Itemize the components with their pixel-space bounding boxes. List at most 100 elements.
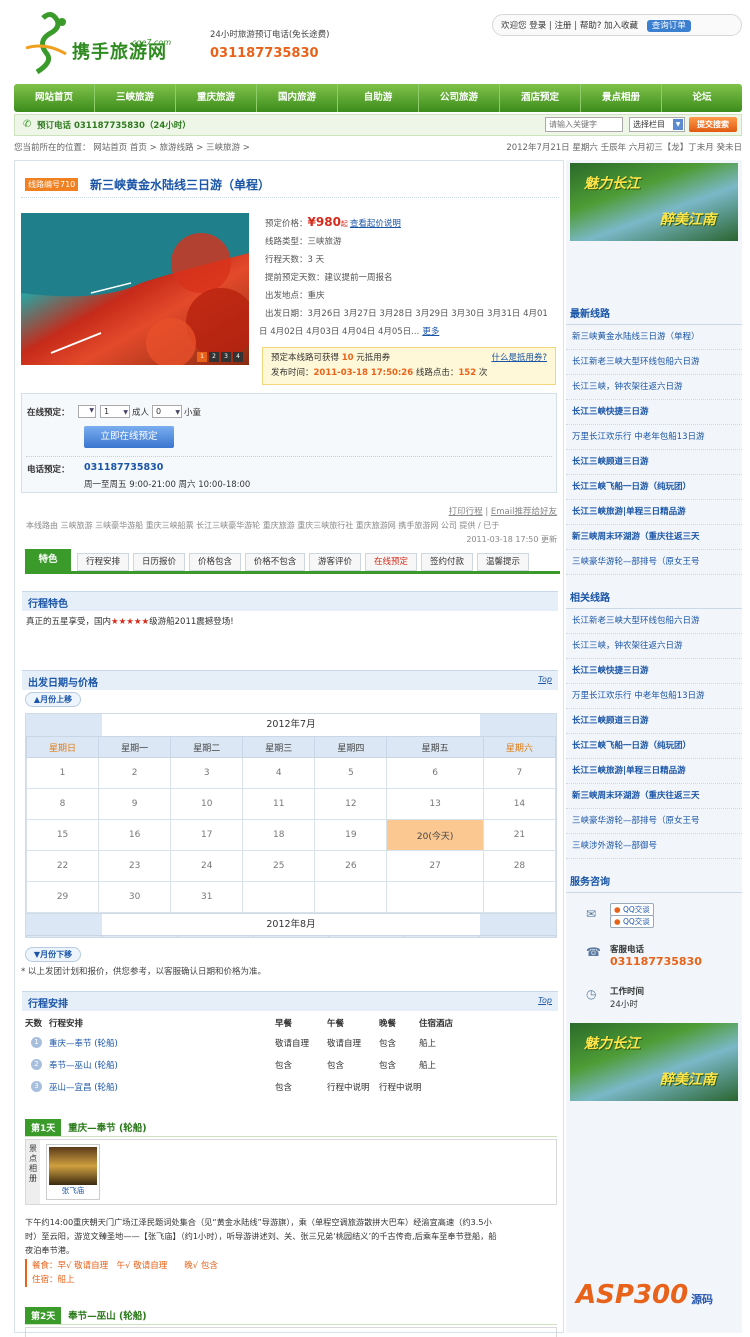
calendar-day[interactable]: 30 <box>98 881 172 913</box>
bookmark-link[interactable]: 加入收藏 <box>604 21 638 31</box>
nav-item-domestic[interactable]: 国内旅游 <box>257 84 338 112</box>
search-input[interactable] <box>545 117 623 132</box>
schedule-route-link[interactable]: 重庆—奉节 (轮船) <box>49 1037 118 1049</box>
sidebar-banner-top[interactable]: 魅力长江 醉美江南 <box>570 163 738 241</box>
calendar-day[interactable]: 8 <box>26 788 100 820</box>
calendar-day[interactable]: 17 <box>170 819 244 851</box>
calendar-day[interactable]: 18 <box>242 819 316 851</box>
related-route-item[interactable]: 长江新老三峡大型环线包船六日游 <box>566 609 742 634</box>
album-photo[interactable]: 张飞庙 <box>46 1144 100 1200</box>
calendar-day[interactable]: 3 <box>170 757 244 789</box>
latest-route-item[interactable]: 长江三峡快捷三日游 <box>566 400 742 425</box>
tab-price-include[interactable]: 价格包含 <box>189 553 241 571</box>
breadcrumb-routes[interactable]: 旅游线路 <box>159 143 193 153</box>
latest-route-item[interactable]: 万里长江欢乐行 中老年包船13日游 <box>566 425 742 450</box>
related-route-item[interactable]: 新三峡周末环湖游（重庆往返三天 <box>566 784 742 809</box>
calendar-day[interactable]: 2 <box>98 757 172 789</box>
calendar-day[interactable]: 7 <box>482 757 556 789</box>
calendar-day[interactable]: 16 <box>98 819 172 851</box>
tab-tips[interactable]: 温馨提示 <box>477 553 529 571</box>
photo-page-4[interactable]: 4 <box>233 352 243 362</box>
login-link[interactable]: 登录 <box>529 21 546 31</box>
calendar-day[interactable]: 12 <box>314 788 388 820</box>
tab-contract-pay[interactable]: 签约付款 <box>421 553 473 571</box>
calendar-day[interactable]: 23 <box>98 850 172 882</box>
related-route-item[interactable]: 三峡涉外游轮—部御号 <box>566 834 742 859</box>
calendar-day[interactable] <box>314 881 388 913</box>
calendar-day[interactable]: 19 <box>314 819 388 851</box>
photo-page-3[interactable]: 3 <box>221 352 231 362</box>
nav-item-self-guided[interactable]: 自助游 <box>338 84 419 112</box>
calendar-day[interactable]: 15 <box>26 819 100 851</box>
email-link[interactable]: Email推荐给好友 <box>491 507 557 517</box>
photo-page-2[interactable]: 2 <box>209 352 219 362</box>
coupon-link[interactable]: 什么是抵用券? <box>491 351 547 366</box>
schedule-route-link[interactable]: 巫山—宜昌 (轮船) <box>49 1081 118 1093</box>
nav-item-three-gorges[interactable]: 三峡旅游 <box>95 84 176 112</box>
latest-route-item[interactable]: 新三峡黄金水陆线三日游（单程） <box>566 325 742 350</box>
calendar-day[interactable]: 13 <box>386 788 484 820</box>
latest-route-item[interactable]: 三峡豪华游轮—部排号（原女王号 <box>566 550 742 575</box>
calendar-day[interactable]: 9 <box>98 788 172 820</box>
calendar-day[interactable]: 21 <box>482 819 556 851</box>
calendar-top-link[interactable]: Top <box>538 675 552 684</box>
related-route-item[interactable]: 长江三峡飞船一日游（纯玩团） <box>566 734 742 759</box>
children-select[interactable]: 0 ▼ <box>152 405 182 418</box>
tab-price-exclude[interactable]: 价格不包含 <box>245 553 305 571</box>
calendar-day[interactable]: 28 <box>482 850 556 882</box>
calendar-day[interactable]: 11 <box>242 788 316 820</box>
print-link[interactable]: 打印行程 <box>449 507 483 517</box>
month-next-button[interactable]: ▼月份下移 <box>25 947 81 962</box>
calendar-day[interactable]: 5 <box>314 757 388 789</box>
latest-route-item[interactable]: 长江三峡，钟农架往返六日游 <box>566 375 742 400</box>
calendar-day[interactable] <box>242 881 316 913</box>
calendar-day-today[interactable]: 20(今天) <box>386 819 484 851</box>
related-route-item[interactable]: 长江三峡顾道三日游 <box>566 709 742 734</box>
latest-route-item[interactable]: 新三峡周末环湖游（重庆往返三天 <box>566 525 742 550</box>
calendar-day[interactable]: 24 <box>170 850 244 882</box>
tab-feature[interactable]: 特色 <box>25 549 71 571</box>
nav-item-forum[interactable]: 论坛 <box>662 84 742 112</box>
nav-item-home[interactable]: 网站首页 <box>14 84 95 112</box>
calendar-day[interactable]: 1 <box>26 757 100 789</box>
calendar-day[interactable]: 26 <box>314 850 388 882</box>
book-now-button[interactable]: 立即在线预定 <box>84 426 174 448</box>
route-photo[interactable]: 1 2 3 4 <box>21 213 256 368</box>
tab-online-booking[interactable]: 在线预定 <box>365 553 417 571</box>
qq-chat-button[interactable]: ● QQ交谈 <box>610 915 654 928</box>
related-route-item[interactable]: 万里长江欢乐行 中老年包船13日游 <box>566 684 742 709</box>
related-route-item[interactable]: 长江三峡，钟农架往返六日游 <box>566 634 742 659</box>
search-button[interactable]: 提交搜索 <box>689 117 737 132</box>
tab-itinerary[interactable]: 行程安排 <box>77 553 129 571</box>
calendar-day[interactable]: 22 <box>26 850 100 882</box>
latest-route-item[interactable]: 长江三峡旅游|单程三日精品游 <box>566 500 742 525</box>
tab-reviews[interactable]: 游客评价 <box>309 553 361 571</box>
calendar-day[interactable]: 31 <box>170 881 244 913</box>
related-route-item[interactable]: 长江三峡旅游|单程三日精品游 <box>566 759 742 784</box>
nav-item-album[interactable]: 景点相册 <box>581 84 662 112</box>
calendar-day[interactable]: 25 <box>242 850 316 882</box>
order-query-button[interactable]: 查询订单 <box>646 20 691 32</box>
price-explain-link[interactable]: 查看起价说明 <box>350 215 401 233</box>
calendar-day[interactable]: 6 <box>386 757 484 789</box>
breadcrumb-home[interactable]: 网站首页 首页 <box>93 143 147 153</box>
more-dates-link[interactable]: 更多 <box>422 327 439 337</box>
calendar-day[interactable]: 14 <box>482 788 556 820</box>
help-link[interactable]: 帮助? <box>580 21 602 31</box>
calendar-day[interactable]: 4 <box>242 757 316 789</box>
month-prev-button[interactable]: ▲月份上移 <box>25 692 81 707</box>
photo-page-1[interactable]: 1 <box>197 352 207 362</box>
nav-item-company[interactable]: 公司旅游 <box>419 84 500 112</box>
latest-route-item[interactable]: 长江新老三峡大型环线包船六日游 <box>566 350 742 375</box>
related-route-item[interactable]: 长江三峡快捷三日游 <box>566 659 742 684</box>
nav-item-chongqing[interactable]: 重庆旅游 <box>176 84 257 112</box>
schedule-route-link[interactable]: 奉节—巫山 (轮船) <box>49 1059 118 1071</box>
calendar-day[interactable]: 29 <box>26 881 100 913</box>
calendar-day[interactable] <box>386 881 484 913</box>
column-select[interactable]: 选择栏目 ▼ <box>629 117 685 132</box>
tab-calendar-price[interactable]: 日历报价 <box>133 553 185 571</box>
register-link[interactable]: 注册 <box>555 21 572 31</box>
calendar-day[interactable]: 10 <box>170 788 244 820</box>
schedule-top-link[interactable]: Top <box>538 996 552 1005</box>
calendar-day[interactable]: 27 <box>386 850 484 882</box>
